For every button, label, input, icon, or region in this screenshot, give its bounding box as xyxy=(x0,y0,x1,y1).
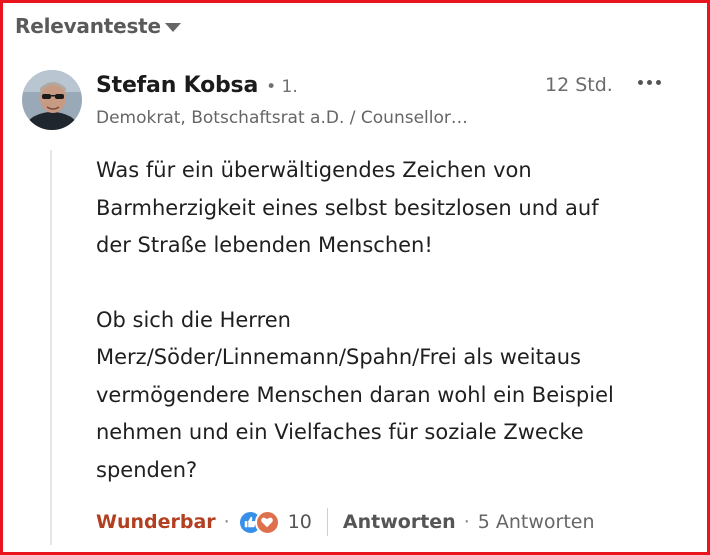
author-headline: Demokrat, Botschaftsrat a.D. / Counsello… xyxy=(96,108,468,128)
reactions-summary[interactable]: 10 xyxy=(237,509,312,535)
comment-actions: Wunderbar · 10 Antworten · 5 Antworten xyxy=(96,506,595,538)
sort-dropdown[interactable]: Relevanteste xyxy=(15,14,181,38)
reaction-count: 10 xyxy=(287,511,312,533)
avatar[interactable] xyxy=(22,70,82,130)
connection-degree: • 1. xyxy=(266,77,298,97)
divider xyxy=(326,508,328,536)
dot xyxy=(638,80,643,85)
caret-down-icon xyxy=(164,22,181,32)
avatar-photo xyxy=(22,70,82,130)
dot xyxy=(656,80,661,85)
comment-body: Was für ein überwältigendes Zeichen von … xyxy=(96,152,686,489)
thread-line xyxy=(50,150,52,545)
separator-dot: · xyxy=(463,511,470,533)
comment-paragraph: Ob sich die Herren Merz/Söder/Linnemann/… xyxy=(96,307,614,482)
comment-paragraph: Was für ein überwältigendes Zeichen von … xyxy=(96,158,599,257)
reply-button[interactable]: Antworten xyxy=(343,511,456,533)
separator-dot: · xyxy=(223,511,230,533)
heart-icon xyxy=(254,509,280,535)
replies-count[interactable]: 5 Antworten xyxy=(478,511,595,533)
more-horizontal-icon[interactable] xyxy=(636,76,663,89)
author-name[interactable]: Stefan Kobsa xyxy=(96,73,258,98)
comment-timestamp: 12 Std. xyxy=(545,74,613,96)
dot xyxy=(647,80,652,85)
reaction-button[interactable]: Wunderbar xyxy=(96,511,216,533)
sort-label: Relevanteste xyxy=(15,14,161,38)
comment-author: Stefan Kobsa • 1. xyxy=(96,73,298,98)
